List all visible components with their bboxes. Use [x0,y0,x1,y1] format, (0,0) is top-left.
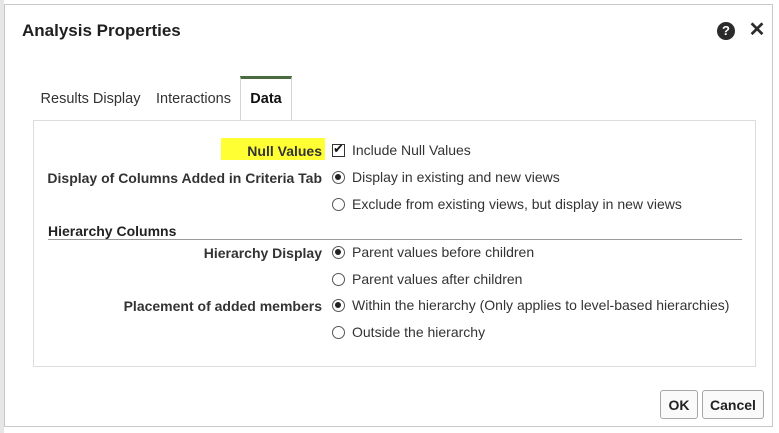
tab-bar: Results Display Interactions Data [34,76,754,121]
parent-before-children-label: Parent values before children [352,244,535,260]
within-hierarchy-option[interactable]: Within the hierarchy (Only applies to le… [332,297,729,313]
placement-members-label: Placement of added members [123,298,322,314]
include-null-values-label: Include Null Values [352,142,471,158]
parent-before-children-radio[interactable] [332,245,345,259]
null-values-label: Null Values [247,143,322,159]
tab-interactions[interactable]: Interactions [147,76,240,120]
cancel-button[interactable]: Cancel [702,390,764,419]
display-existing-new-radio[interactable] [332,170,345,184]
analysis-properties-dialog: Analysis Properties ? ✕ Results Display … [4,4,773,427]
outside-hierarchy-option[interactable]: Outside the hierarchy [332,324,485,340]
within-hierarchy-radio[interactable] [332,298,345,312]
close-icon[interactable]: ✕ [747,19,767,41]
exclude-existing-label: Exclude from existing views, but display… [352,196,682,212]
within-hierarchy-label: Within the hierarchy (Only applies to le… [352,297,730,313]
parent-after-children-option[interactable]: Parent values after children [332,271,522,287]
tab-data[interactable]: Data [240,76,292,120]
help-icon[interactable]: ? [717,22,735,40]
exclude-existing-radio[interactable] [332,197,345,211]
section-divider [48,239,742,240]
hierarchy-display-label: Hierarchy Display [203,245,322,261]
ok-button[interactable]: OK [660,390,698,419]
parent-after-children-radio[interactable] [332,272,345,286]
exclude-existing-option[interactable]: Exclude from existing views, but display… [332,196,682,212]
outside-hierarchy-radio[interactable] [332,325,345,339]
include-null-values-checkbox[interactable] [332,141,345,157]
display-existing-new-option[interactable]: Display in existing and new views [332,169,560,185]
dialog-title: Analysis Properties [22,21,181,40]
data-tab-panel: Null Values Include Null Values Display … [33,120,756,367]
display-existing-new-label: Display in existing and new views [352,169,560,185]
tab-results-display[interactable]: Results Display [34,76,147,120]
hierarchy-columns-heading: Hierarchy Columns [48,223,177,239]
include-null-values-option[interactable]: Include Null Values [332,141,471,158]
outside-hierarchy-label: Outside the hierarchy [352,324,486,340]
parent-after-children-label: Parent values after children [352,271,523,287]
display-columns-label: Display of Columns Added in Criteria Tab [47,170,322,186]
parent-before-children-option[interactable]: Parent values before children [332,244,534,260]
